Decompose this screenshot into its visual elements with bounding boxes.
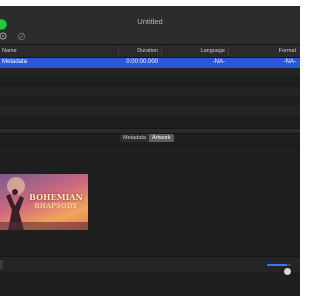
column-header-format[interactable]: Format — [228, 45, 296, 57]
row-duration: 0:00:00.000 — [126, 59, 158, 65]
tab-artwork[interactable]: Artwork — [148, 134, 174, 142]
remove-button[interactable] — [15, 31, 27, 41]
track-table: Metadata 0:00:00.000 -NA- -NA- — [0, 58, 300, 126]
circle-slash-icon — [17, 32, 25, 40]
title-bar: Untitled — [0, 6, 300, 45]
zoom-slider[interactable] — [267, 264, 291, 275]
bottom-bar — [0, 256, 300, 275]
table-row[interactable]: Metadata 0:00:00.000 -NA- -NA- — [0, 58, 300, 68]
action-menu-button[interactable] — [0, 31, 9, 41]
empty-row — [0, 86, 300, 97]
zoom-slider-knob[interactable] — [283, 268, 291, 275]
empty-row — [0, 115, 300, 126]
tab-metadata[interactable]: Metadata — [120, 134, 149, 142]
inspector-tab-bar: Metadata Artwork — [120, 134, 174, 142]
column-header-duration[interactable]: Duration — [118, 45, 158, 57]
artwork-title-line1: BOHEMIAN — [29, 192, 83, 202]
column-header-name[interactable]: Name — [2, 45, 17, 57]
zoom-slider-fill — [267, 264, 287, 266]
divider — [0, 145, 300, 146]
empty-row — [0, 96, 300, 106]
window-title: Untitled — [137, 17, 163, 26]
row-language: -NA- — [212, 59, 225, 65]
artwork-thumbnail[interactable]: BOHEMIAN RHAPSODY — [0, 174, 88, 230]
row-format: -NA- — [283, 59, 296, 65]
row-name: Metadata — [2, 59, 28, 65]
gear-icon — [0, 32, 7, 40]
table-header: Name Duration Language Format — [0, 45, 300, 58]
add-artwork-button[interactable] — [0, 260, 3, 269]
app-window: Untitled Name Duration Language Format M… — [0, 6, 300, 296]
artwork-title-line2: RHAPSODY — [34, 202, 78, 210]
empty-row — [0, 67, 300, 78]
empty-row — [0, 77, 300, 87]
empty-row — [0, 105, 300, 116]
column-header-language[interactable]: Language — [161, 45, 225, 57]
